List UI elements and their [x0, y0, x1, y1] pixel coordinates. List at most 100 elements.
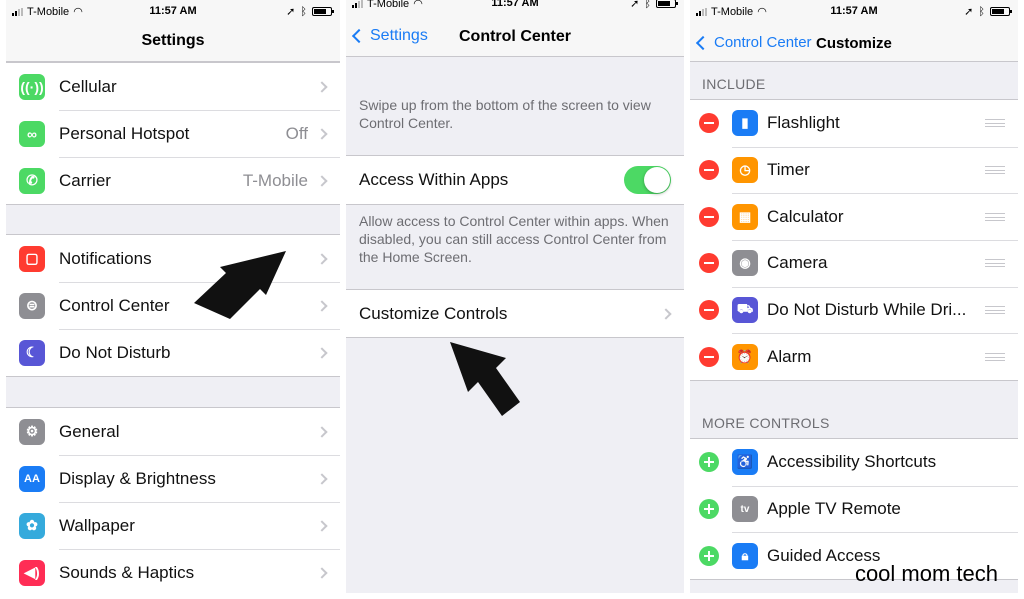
include-list: ▮ Flashlight ◷ Timer ▦ Calculator ◉ Came… [690, 99, 1018, 382]
chevron-right-icon [316, 299, 328, 312]
row-value: Off [285, 123, 308, 143]
customize-screen: T-Mobile ◠ 11:57 AM ➚ ᛒ Control Center Cus… [690, 0, 1018, 593]
remove-button[interactable] [699, 206, 719, 227]
hotspot-icon: ∞ [19, 120, 45, 147]
row-label: Camera [767, 253, 828, 273]
control-row-apple-tv-remote: tv Apple TV Remote [690, 485, 1018, 533]
lock-icon: 🔒︎ [732, 542, 758, 569]
add-button[interactable] [699, 545, 719, 566]
navigation-bar: T-Mobile ◠ 11:57 AM ➚ ᛒ Settings [6, 0, 340, 62]
row-label: Flashlight [767, 113, 840, 133]
reorder-handle-icon[interactable] [985, 352, 1005, 361]
moon-icon: ☾ [19, 339, 45, 366]
remove-button[interactable] [699, 160, 719, 181]
car-icon: ⛟ [732, 297, 758, 324]
control-row-flashlight: ▮ Flashlight [690, 100, 1018, 147]
add-button[interactable] [699, 499, 719, 520]
more-controls-header: MORE CONTROLS [702, 415, 830, 431]
access-within-apps-toggle[interactable] [624, 166, 671, 194]
remove-button[interactable] [699, 300, 719, 321]
customize-controls-row[interactable]: Customize Controls [346, 290, 684, 337]
page-title: Customize [816, 35, 892, 52]
row-label: General [59, 421, 120, 441]
reorder-handle-icon[interactable] [985, 166, 1005, 175]
pointer-arrow-icon [194, 251, 286, 319]
chevron-right-icon [316, 472, 328, 485]
row-label: Accessibility Shortcuts [767, 452, 937, 472]
location-icon: ➚ [286, 6, 296, 18]
settings-row-display-brightness[interactable]: AA Display & Brightness [6, 455, 340, 502]
remove-button[interactable] [699, 346, 719, 367]
location-icon: ➚ [964, 6, 974, 18]
control-row-camera: ◉ Camera [690, 240, 1018, 287]
bluetooth-icon: ᛒ [644, 0, 651, 10]
add-button[interactable] [699, 452, 719, 473]
settings-row-carrier[interactable]: ✆ Carrier T-Mobile [6, 157, 340, 204]
remove-button[interactable] [699, 113, 719, 134]
chevron-right-icon [316, 80, 328, 93]
status-bar: T-Mobile ◠ 11:57 AM ➚ ᛒ [690, 0, 1018, 20]
access-group: Access Within Apps [346, 155, 684, 205]
row-label: Notifications [59, 248, 152, 268]
access-within-apps-row: Access Within Apps [346, 156, 684, 204]
row-label: Customize Controls [359, 303, 508, 323]
chevron-left-icon [351, 28, 367, 44]
row-label: Apple TV Remote [767, 499, 901, 519]
settings-row-do-not-disturb[interactable]: ☾ Do Not Disturb [6, 329, 340, 376]
control-row-accessibility-shortcuts: ♿ Accessibility Shortcuts [690, 439, 1018, 486]
row-label: Control Center [59, 295, 170, 315]
row-label: Wallpaper [59, 515, 135, 535]
chevron-right-icon [316, 127, 328, 140]
settings-row-cellular[interactable]: ((·)) Cellular [6, 63, 340, 110]
control-row-alarm: ⏰ Alarm [690, 333, 1018, 380]
reorder-handle-icon[interactable] [985, 119, 1005, 128]
bluetooth-icon: ᛒ [978, 5, 985, 18]
battery-icon [656, 0, 678, 8]
reorder-handle-icon[interactable] [985, 259, 1005, 268]
alarm-icon: ⏰ [732, 343, 758, 370]
row-label: Calculator [767, 206, 844, 226]
navigation-bar: T-Mobile ◠ 11:57 AM ➚ ᛒ Control Center Cus… [690, 0, 1018, 62]
location-icon: ➚ [630, 0, 640, 10]
row-value: T-Mobile [242, 170, 308, 190]
battery-icon [312, 7, 334, 16]
camera-icon: ◉ [732, 250, 758, 277]
row-label: Timer [767, 160, 810, 180]
speaker-icon: ◀) [19, 559, 45, 586]
more-controls-list: ♿ Accessibility Shortcuts tv Apple TV Re… [690, 438, 1018, 581]
settings-row-general[interactable]: ⚙ General [6, 408, 340, 455]
reorder-handle-icon[interactable] [985, 306, 1005, 315]
remove-button[interactable] [699, 253, 719, 274]
bluetooth-icon: ᛒ [300, 5, 307, 18]
timer-icon: ◷ [732, 157, 758, 184]
switches-icon: ⊜ [19, 292, 45, 319]
chevron-right-icon [316, 566, 328, 579]
status-bar: T-Mobile ◠ 11:57 AM ➚ ᛒ [6, 0, 340, 20]
control-row-timer: ◷ Timer [690, 146, 1018, 194]
page-title: Control Center [459, 28, 571, 45]
row-label: Cellular [59, 76, 117, 96]
navigation-bar: T-Mobile ◠ 11:57 AM ➚ ᛒ Settings Control C… [346, 0, 684, 57]
back-button[interactable]: Control Center [695, 34, 812, 51]
settings-screen: T-Mobile ◠ 11:57 AM ➚ ᛒ Settings ((·)) Cel… [6, 0, 340, 593]
reorder-handle-icon[interactable] [985, 212, 1005, 221]
settings-group-network: ((·)) Cellular ∞ Personal Hotspot Off ✆ … [6, 62, 340, 205]
settings-row-wallpaper[interactable]: ✿ Wallpaper [6, 502, 340, 549]
settings-row-personal-hotspot[interactable]: ∞ Personal Hotspot Off [6, 110, 340, 157]
apple-tv-icon: tv [732, 496, 758, 523]
gear-icon: ⚙ [19, 418, 45, 445]
flashlight-icon: ▮ [732, 110, 758, 137]
row-label: Do Not Disturb [59, 342, 171, 362]
watermark-text: cool mom tech [854, 561, 998, 586]
customize-group: Customize Controls [346, 289, 684, 338]
status-bar: T-Mobile ◠ 11:57 AM ➚ ᛒ [346, 0, 684, 12]
control-row-do-not-disturb-driving: ⛟ Do Not Disturb While Dri... [690, 286, 1018, 334]
settings-group-general: ⚙ General AA Display & Brightness ✿ Wall… [6, 407, 340, 593]
flower-icon: ✿ [19, 512, 45, 539]
accessibility-icon: ♿ [732, 449, 758, 476]
access-note: Allow access to Control Center within ap… [359, 213, 669, 265]
chevron-right-icon [660, 307, 672, 320]
row-label: Display & Brightness [59, 468, 216, 488]
notifications-icon: ▢ [19, 245, 45, 272]
settings-row-sounds-haptics[interactable]: ◀) Sounds & Haptics [6, 549, 340, 593]
